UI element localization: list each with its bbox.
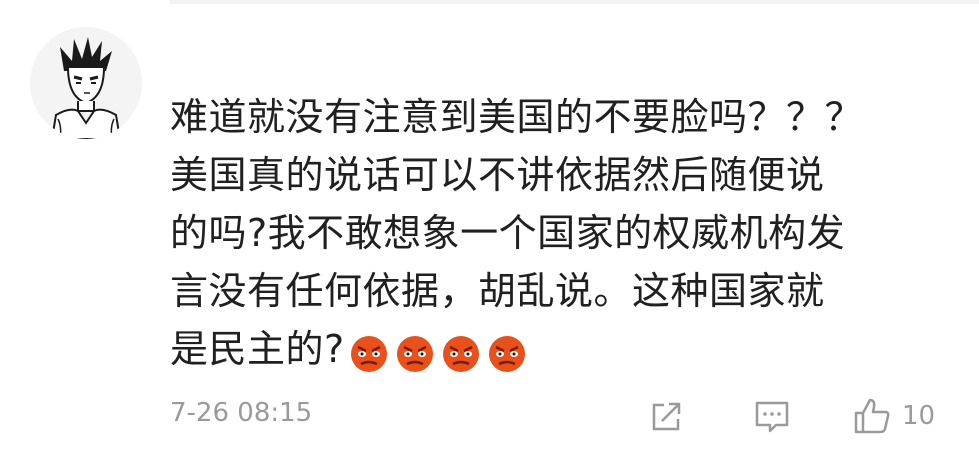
angry-face-icon xyxy=(441,334,481,374)
comment-line: 是民主的? xyxy=(170,327,345,371)
share-icon xyxy=(652,402,681,431)
comment-last-line: 是民主的? xyxy=(170,320,950,381)
comment-text: 难道就没有注意到美国的不要脸吗？？？ 美国真的说话可以不讲依据然后随便说 的吗?… xyxy=(170,88,950,381)
angry-face-icon xyxy=(395,334,435,374)
avatar[interactable] xyxy=(30,27,142,139)
comment-card: 难道就没有注意到美国的不要脸吗？？？ 美国真的说话可以不讲依据然后随便说 的吗?… xyxy=(0,0,979,458)
angry-face-icon xyxy=(349,334,389,374)
comment-line: 美国真的说话可以不讲依据然后随便说 xyxy=(170,153,825,197)
thumbs-up-icon xyxy=(854,398,890,434)
like-button[interactable]: 10 xyxy=(852,396,935,436)
avatar-illustration xyxy=(30,27,142,139)
comment-icon xyxy=(755,401,789,433)
comment-line: 难道就没有注意到美国的不要脸吗？？？ xyxy=(170,95,864,139)
like-count: 10 xyxy=(902,401,936,431)
comment-timestamp: 7-26 08:15 xyxy=(170,398,313,428)
comment-line: 言没有任何依据，胡乱说。这种国家就 xyxy=(170,269,825,313)
share-button[interactable] xyxy=(648,396,686,436)
comment-line: 的吗?我不敢想象一个国家的权威机构发 xyxy=(170,211,846,255)
angry-face-icon xyxy=(487,334,527,374)
reply-button[interactable] xyxy=(752,396,792,436)
emoji-row xyxy=(349,323,533,381)
